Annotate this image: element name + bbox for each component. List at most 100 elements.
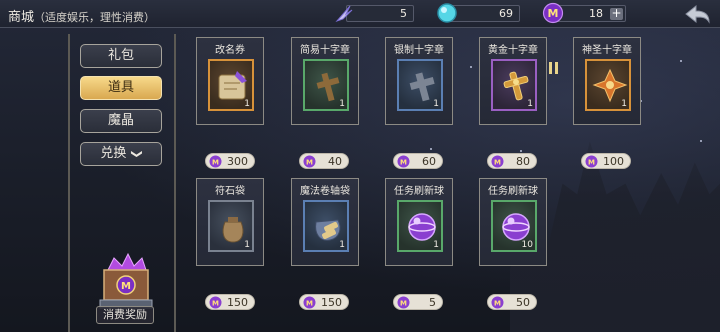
currency-feather: 5	[346, 5, 414, 22]
star	[470, 66, 472, 68]
back-arrow-icon[interactable]	[682, 3, 712, 25]
item-card-rune-bag[interactable]: 符石袋 1	[196, 178, 264, 266]
price-value: 80	[516, 155, 530, 168]
svg-text:M: M	[212, 159, 219, 167]
tab-label: 魔晶	[107, 113, 134, 128]
magic-gem-icon: M	[303, 155, 316, 168]
svg-text:M: M	[494, 159, 501, 167]
gem-count: 18	[589, 7, 603, 20]
magic-gem-icon: M	[491, 296, 504, 309]
item-card-gold-cross[interactable]: 黄金十字章 1	[479, 37, 547, 125]
price-button[interactable]: M 40	[299, 153, 349, 169]
crystal-orb-icon	[437, 3, 457, 23]
price-value: 5	[429, 296, 436, 309]
chevron-down-icon: ❯	[131, 149, 144, 159]
title-subtitle: （适度娱乐，理性消费）	[34, 11, 156, 24]
crystal-count: 69	[499, 7, 513, 20]
svg-text:M: M	[548, 7, 559, 20]
item-card-refresh-orb-1[interactable]: 任务刷新球 1	[385, 178, 453, 266]
svg-text:M: M	[212, 300, 219, 308]
item-card-holy-cross[interactable]: 神圣十字章 1	[573, 37, 641, 125]
item-card-refresh-orb-10[interactable]: 任务刷新球 10	[479, 178, 547, 266]
magic-gem-icon: M	[303, 296, 316, 309]
item-card-simple-cross[interactable]: 简易十字章 1	[291, 37, 359, 125]
magic-gem-icon: M	[209, 155, 222, 168]
item-name: 魔法卷轴袋	[300, 186, 350, 197]
item-card-silver-cross[interactable]: 银制十字章 1	[385, 37, 453, 125]
spending-reward-label[interactable]: 消费奖励	[96, 306, 154, 324]
price-value: 50	[516, 296, 530, 309]
price-value: 60	[422, 155, 436, 168]
svg-text:M: M	[306, 159, 313, 167]
item-qty: 1	[527, 99, 533, 109]
svg-text:M: M	[306, 300, 313, 308]
item-name: 简易十字章	[300, 45, 350, 56]
item-name: 改名券	[215, 45, 245, 56]
item-slot: 1	[208, 200, 254, 252]
feather-icon	[335, 5, 353, 23]
price-value: 150	[227, 296, 248, 309]
magic-gem-icon: M	[397, 155, 410, 168]
title-text: 商城	[8, 10, 35, 25]
star	[520, 150, 522, 152]
tab-gift-pack[interactable]: 礼包	[80, 44, 162, 68]
add-gem-button[interactable]: +	[610, 7, 623, 20]
magic-gem-icon: M	[542, 2, 564, 24]
item-slot: 1	[303, 59, 349, 111]
page-title: 商城（适度娱乐，理性消费）	[8, 6, 155, 25]
price-button[interactable]: M 80	[487, 153, 537, 169]
svg-text:M: M	[400, 159, 407, 167]
price-button[interactable]: M 60	[393, 153, 443, 169]
price-button[interactable]: M 150	[299, 294, 349, 310]
price-value: 40	[328, 155, 342, 168]
price-button[interactable]: M 150	[205, 294, 255, 310]
magic-gem-icon: M	[209, 296, 222, 309]
item-slot: 1	[397, 59, 443, 111]
price-value: 300	[227, 155, 248, 168]
item-name: 符石袋	[215, 186, 245, 197]
svg-text:M: M	[494, 300, 501, 308]
item-slot: 1	[397, 200, 443, 252]
item-qty: 1	[339, 240, 345, 250]
tab-label: 礼包	[107, 48, 134, 63]
item-qty: 1	[244, 240, 250, 250]
item-card-rename-scroll[interactable]: 改名券 1	[196, 37, 264, 125]
tab-label: 兑换	[100, 146, 127, 161]
star	[700, 140, 702, 142]
price-button[interactable]: M 100	[581, 153, 631, 169]
magic-gem-icon: M	[491, 155, 504, 168]
item-qty: 10	[521, 240, 533, 250]
price-button[interactable]: M 50	[487, 294, 537, 310]
price-value: 100	[603, 155, 624, 168]
item-slot: 1	[585, 59, 631, 111]
feather-count: 5	[400, 7, 407, 20]
item-slot: 1	[208, 59, 254, 111]
item-name: 神圣十字章	[582, 45, 632, 56]
item-name: 任务刷新球	[488, 186, 538, 197]
tab-label: 道具	[107, 80, 134, 95]
item-name: 黄金十字章	[488, 45, 538, 56]
item-slot: 10	[491, 200, 537, 252]
tab-items[interactable]: 道具	[80, 76, 162, 100]
svg-text:M: M	[588, 159, 595, 167]
currency-magic-gem: 18 +	[554, 5, 626, 22]
svg-text:M: M	[400, 300, 407, 308]
magic-gem-icon: M	[585, 155, 598, 168]
item-slot: 1	[491, 59, 537, 111]
item-qty: 1	[339, 99, 345, 109]
item-qty: 1	[433, 240, 439, 250]
item-name: 任务刷新球	[394, 186, 444, 197]
price-button[interactable]: M 300	[205, 153, 255, 169]
tab-magic-crystal[interactable]: 魔晶	[80, 109, 162, 133]
price-button[interactable]: M 5	[393, 294, 443, 310]
price-value: 150	[321, 296, 342, 309]
tab-exchange[interactable]: 兑换 ❯	[80, 142, 162, 166]
star	[680, 60, 682, 62]
top-bar: 商城（适度娱乐，理性消费） 5 69 18 + M	[0, 0, 720, 28]
svg-text:M: M	[121, 281, 131, 292]
item-card-scroll-bag[interactable]: 魔法卷轴袋 1	[291, 178, 359, 266]
item-slot: 1	[303, 200, 349, 252]
currency-crystal: 69	[448, 5, 520, 22]
item-name: 银制十字章	[394, 45, 444, 56]
item-qty: 1	[621, 99, 627, 109]
